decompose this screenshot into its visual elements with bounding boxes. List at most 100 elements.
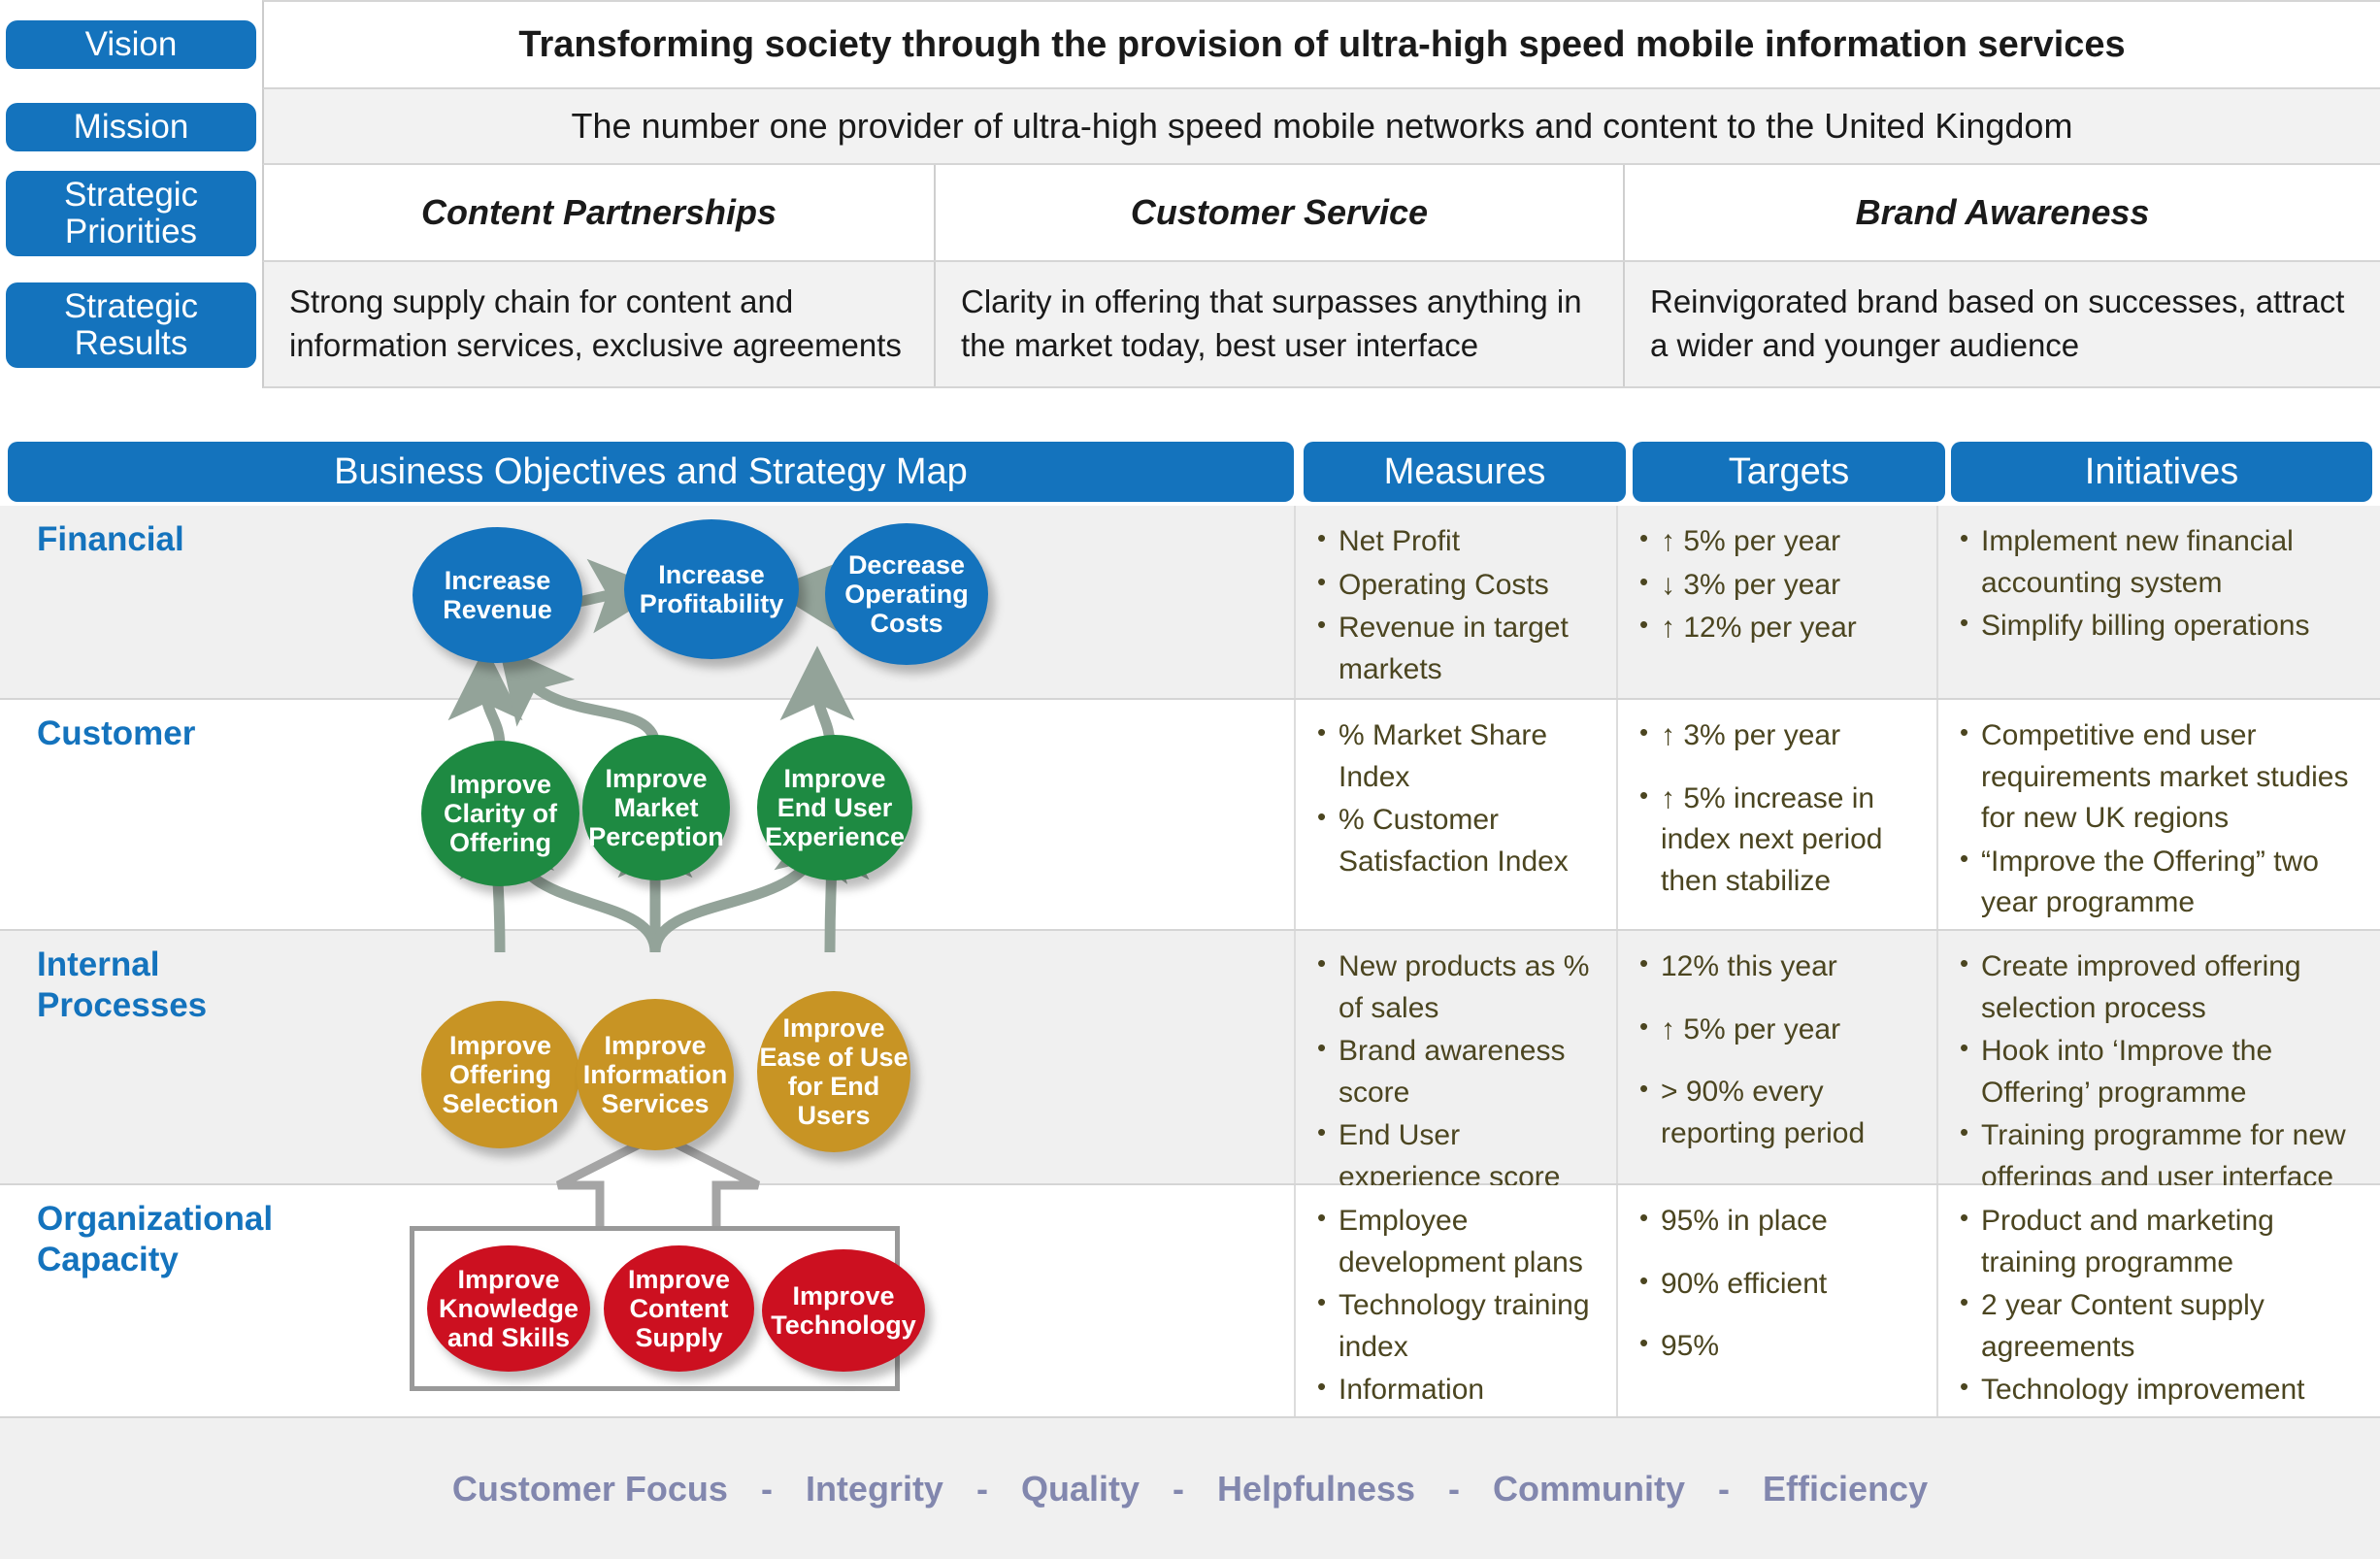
priority-cell-content-partnerships: Content Partnerships [264,165,934,260]
priority-text: Brand Awareness [1855,192,2150,232]
objective-label: Improve Content Supply [627,1264,731,1353]
objective-label: Improve Knowledge and Skills [438,1264,578,1353]
initiatives-financial: Implement new financial accounting syste… [1936,506,2380,698]
measures-financial: Net Profit Operating Costs Revenue in ta… [1294,506,1616,698]
strategic-results-label-cell: Strategic Results [0,262,262,388]
targets-organizational: 95% in place 90% efficient 95% [1616,1185,1936,1416]
list-item: New products as % of sales [1313,945,1603,1029]
map-zone-internal: Improve Offering Selection Improve Infor… [320,931,1294,1183]
list-item: Hook into ‘Improve the Offering’ program… [1956,1030,2366,1113]
list-item: Net Profit [1313,520,1603,563]
targets-list: 95% in place 90% efficient 95% [1636,1200,1923,1368]
mission-text: The number one provider of ultra-high sp… [571,106,2073,146]
objective-improve-information-services[interactable]: Improve Information Services [577,999,734,1150]
list-item: “Improve the Offering” two year programm… [1956,841,2366,924]
mission-cell: The number one provider of ultra-high sp… [264,89,2380,163]
list-item: ↓ 3% per year [1636,564,1923,607]
perspective-label-customer: Customer [37,714,196,752]
result-text: Clarity in offering that surpasses anyth… [961,283,1582,363]
objective-increase-revenue[interactable]: Increase Revenue [413,527,582,663]
objective-improve-clarity-of-offering[interactable]: Improve Clarity of Offering [421,741,579,886]
objective-label: Improve Clarity of Offering [443,769,558,858]
list-item: 95% in place [1636,1200,1923,1243]
result-text: Strong supply chain for content and info… [289,283,902,363]
priority-text: Content Partnerships [420,192,777,232]
value-separator: - [1172,1468,1184,1509]
targets-internal: 12% this year ↑ 5% per year > 90% every … [1616,931,1936,1183]
objective-label: Increase Profitability [639,559,784,618]
strategic-priorities-row: Strategic Priorities Content Partnership… [0,165,2380,262]
vision-row: Vision Transforming society through the … [0,0,2380,89]
initiatives-list: Competitive end user requirements market… [1956,714,2366,924]
initiatives-organizational: Product and marketing training programme… [1936,1185,2380,1447]
objective-label: Increase Revenue [443,565,552,624]
priority-cell-brand-awareness: Brand Awareness [1623,165,2380,260]
mission-row: Mission The number one provider of ultra… [0,89,2380,165]
value-item: Customer Focus [451,1468,728,1509]
result-cell-content-partnerships: Strong supply chain for content and info… [264,262,934,386]
strategic-results-tab: Strategic Results [6,282,256,368]
core-values-bar: Customer Focus - Integrity - Quality - H… [0,1418,2380,1559]
header-business-objectives: Business Objectives and Strategy Map [8,442,1294,502]
row-organizational-capacity: Organizational Capacity Improve Knowledg… [0,1185,2380,1447]
strategic-priorities-tab: Strategic Priorities [6,171,256,256]
row-customer: Customer Improve Clarity of Offering Imp… [0,700,2380,931]
objective-label: Improve Technology [771,1280,916,1340]
strategy-map-header: Business Objectives and Strategy Map Mea… [0,442,2380,502]
mission-tab: Mission [6,103,256,151]
result-cell-customer-service: Clarity in offering that surpasses anyth… [934,262,1623,386]
objective-improve-ease-of-use-for-end-users[interactable]: Improve Ease of Use for End Users [757,991,910,1152]
list-item: ↑ 5% increase in index next period then … [1636,778,1923,903]
strategic-results-row: Strategic Results Strong supply chain fo… [0,262,2380,388]
objective-increase-profitability[interactable]: Increase Profitability [624,519,799,659]
targets-list: 12% this year ↑ 5% per year > 90% every … [1636,945,1923,1154]
list-item: % Customer Satisfaction Index [1313,799,1603,882]
value-item: Efficiency [1763,1468,1929,1509]
list-item: 90% efficient [1636,1263,1923,1306]
header-initiatives: Initiatives [1951,442,2372,502]
list-item: Product and marketing training programme [1956,1200,2366,1283]
vision-mission-table: Vision Transforming society through the … [0,0,2380,406]
row-internal-processes: Internal Processes Improve Offering Sele… [0,931,2380,1193]
measures-list: Net Profit Operating Costs Revenue in ta… [1313,520,1603,690]
measures-internal: New products as % of sales Brand awarene… [1294,931,1616,1193]
perspective-label-organizational-capacity: Organizational Capacity [37,1200,274,1278]
perspective-label-internal-processes: Internal Processes [37,945,208,1024]
mission-label-cell: Mission [0,89,262,165]
list-item: % Market Share Index [1313,714,1603,798]
list-item: ↑ 5% per year [1636,520,1923,563]
objective-improve-technology[interactable]: Improve Technology [762,1249,925,1372]
measures-list: % Market Share Index % Customer Satisfac… [1313,714,1603,882]
value-item: Community [1493,1468,1686,1509]
value-item: Helpfulness [1216,1468,1416,1509]
initiatives-customer: Competitive end user requirements market… [1936,700,2380,929]
objective-label: Improve Ease of Use for End Users [759,1012,909,1131]
list-item: Technology training index [1313,1284,1603,1368]
objective-improve-knowledge-and-skills[interactable]: Improve Knowledge and Skills [427,1245,590,1372]
objective-label: Improve Information Services [582,1030,728,1119]
vision-tab: Vision [6,20,256,69]
initiatives-internal: Create improved offering selection proce… [1936,931,2380,1193]
objective-improve-market-perception[interactable]: Improve Market Perception [582,735,730,880]
targets-list: ↑ 5% per year ↓ 3% per year ↑ 12% per ye… [1636,520,1923,649]
list-item: ↑ 12% per year [1636,607,1923,649]
objective-decrease-operating-costs[interactable]: Decrease Operating Costs [825,523,988,665]
result-text: Reinvigorated brand based on successes, … [1650,283,2345,363]
list-item: Operating Costs [1313,564,1603,607]
list-item: 2 year Content supply agreements [1956,1284,2366,1368]
list-item: 12% this year [1636,945,1923,988]
initiatives-list: Product and marketing training programme… [1956,1200,2366,1453]
map-zone-financial: Increase Revenue Increase Profitability … [320,506,1294,698]
value-separator: - [1718,1468,1731,1509]
measures-customer: % Market Share Index % Customer Satisfac… [1294,700,1616,929]
objective-improve-content-supply[interactable]: Improve Content Supply [604,1245,754,1372]
objective-improve-offering-selection[interactable]: Improve Offering Selection [421,1001,579,1148]
value-item: Quality [1020,1468,1140,1509]
list-item: 95% [1636,1325,1923,1368]
objective-label: Improve End User Experience [764,763,906,852]
list-item: Create improved offering selection proce… [1956,945,2366,1029]
value-separator: - [760,1468,773,1509]
list-item: Brand awareness score [1313,1030,1603,1113]
list-item: Employee development plans [1313,1200,1603,1283]
objective-improve-end-user-experience[interactable]: Improve End User Experience [757,735,912,880]
